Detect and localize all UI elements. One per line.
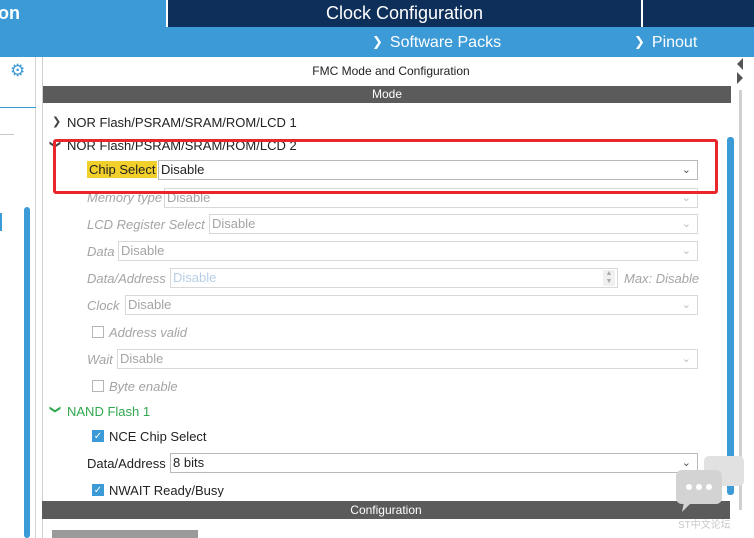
left-sidebar: ⚙ (0, 57, 36, 538)
data-address-value: Disable (173, 270, 217, 285)
tree-item-nor1[interactable]: NOR Flash/PSRAM/SRAM/ROM/LCD 1 (67, 115, 297, 130)
nand-data-address-label: Data/Address (87, 456, 166, 471)
chat-bubble-icon (676, 456, 744, 512)
tab-clock-configuration[interactable]: Clock Configuration (168, 0, 641, 27)
nwait-label: NWAIT Ready/Busy (109, 483, 224, 497)
nce-chip-select-label: NCE Chip Select (109, 429, 207, 444)
secondary-toolbar: ❯ Software Packs ❯ Pinout (0, 27, 754, 57)
data-dropdown[interactable]: Disable ⌄ (118, 241, 698, 261)
chevron-down-icon[interactable]: ❯ (49, 405, 62, 414)
sidebar-divider (0, 107, 36, 108)
address-valid-checkbox[interactable] (92, 326, 104, 338)
nce-chip-select-checkbox[interactable]: ✓ (92, 430, 104, 442)
wait-dropdown[interactable]: Disable ⌄ (117, 349, 698, 369)
sidebar-selection-marker (0, 213, 2, 231)
spinner-arrows-icon[interactable]: ▲ ▼ (603, 270, 615, 286)
pinout-label: Pinout (651, 34, 698, 51)
lcd-register-select-value: Disable (212, 216, 256, 231)
chevron-down-icon: ⌄ (681, 299, 691, 311)
panel-title: FMC Mode and Configuration (312, 64, 470, 78)
clock-label: Clock (87, 298, 120, 313)
tab-project-manager[interactable] (643, 0, 754, 27)
lcd-register-select-label: LCD Register Select (87, 217, 205, 232)
bottom-tab-strip (52, 530, 198, 538)
chevron-down-icon: ⌄ (681, 218, 691, 230)
nand-data-address-dropdown[interactable]: 8 bits ⌄ (170, 453, 698, 473)
tab-pinout-configuration[interactable]: on (0, 0, 166, 27)
chevron-down-icon: ❯ (634, 34, 645, 49)
chevron-down-icon: ❯ (372, 34, 383, 49)
wait-value: Disable (120, 351, 164, 366)
chevron-right-icon[interactable]: ❯ (52, 115, 61, 128)
lcd-register-select-dropdown[interactable]: Disable ⌄ (209, 214, 698, 234)
tab-left-label: on (0, 3, 20, 23)
byte-enable-checkbox[interactable] (92, 380, 104, 392)
pinout-menu[interactable]: ❯ Pinout (634, 27, 697, 57)
right-rail-divider (739, 90, 742, 510)
sidebar-divider (0, 134, 14, 135)
top-tab-bar: on Clock Configuration (0, 0, 754, 27)
data-label: Data (87, 244, 115, 259)
nand-data-address-value: 8 bits (173, 455, 205, 470)
byte-enable-label: Byte enable (109, 379, 178, 394)
software-packs-label: Software Packs (389, 34, 502, 51)
clock-dropdown[interactable]: Disable ⌄ (125, 295, 698, 315)
collapse-left-icon[interactable] (737, 58, 743, 70)
wait-label: Wait (87, 352, 113, 367)
data-address-max: Max: Disable (624, 271, 700, 286)
collapse-right-icon[interactable] (737, 72, 743, 84)
highlight-annotation-box (53, 139, 718, 194)
configuration-header: Configuration (42, 501, 730, 519)
mode-header: Mode (43, 86, 731, 103)
software-packs-menu[interactable]: ❯ Software Packs (372, 27, 501, 57)
address-valid-label: Address valid (109, 325, 188, 340)
chevron-down-icon: ⌄ (681, 245, 691, 257)
chevron-down-icon: ⌄ (681, 353, 691, 365)
tree-item-nand1[interactable]: NAND Flash 1 (67, 404, 150, 419)
nwait-checkbox[interactable]: ✓ (92, 484, 104, 496)
data-value: Disable (121, 243, 165, 258)
sidebar-scrollbar[interactable] (24, 207, 30, 538)
watermark-text: ST中文论坛 (678, 520, 731, 531)
clock-value: Disable (128, 297, 172, 312)
data-address-spinner[interactable]: Disable ▲ ▼ (170, 268, 618, 288)
gear-icon[interactable]: ⚙ (10, 62, 28, 80)
data-address-label: Data/Address (87, 271, 166, 286)
mode-vertical-scrollbar[interactable] (727, 137, 734, 495)
